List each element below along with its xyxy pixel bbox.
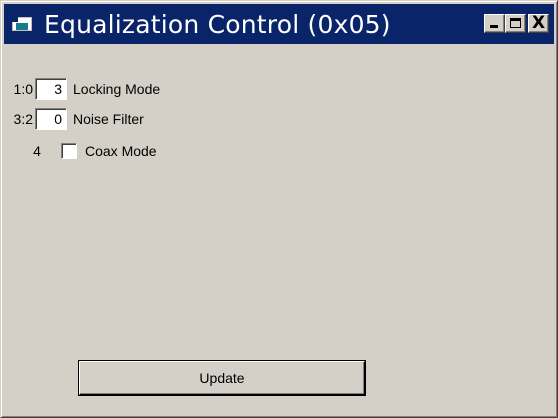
coax-mode-bits-label: 4 <box>33 143 41 159</box>
close-button[interactable]: X <box>528 13 549 33</box>
app-window-icon[interactable] <box>12 15 34 33</box>
coax-mode-row: 4 Coax Mode <box>23 143 157 159</box>
caption-buttons: X <box>484 13 549 33</box>
noise-filter-bits-label: 3:2 <box>13 111 33 127</box>
maximize-icon <box>510 18 521 28</box>
noise-filter-input[interactable] <box>35 108 67 130</box>
minimize-button[interactable] <box>484 14 505 33</box>
title-bar[interactable]: Equalization Control (0x05) X <box>4 4 554 44</box>
noise-filter-label: Noise Filter <box>73 111 144 127</box>
close-icon: X <box>531 13 546 33</box>
noise-filter-row: 3:2 Noise Filter <box>1 108 144 130</box>
update-button-label: Update <box>199 370 245 386</box>
locking-mode-label: Locking Mode <box>73 81 161 97</box>
locking-mode-bits-label: 1:0 <box>13 81 33 97</box>
coax-mode-checkbox[interactable] <box>61 143 77 159</box>
locking-mode-row: 1:0 Locking Mode <box>1 78 160 100</box>
equalization-control-window: Equalization Control (0x05) X 1:0 Lockin… <box>0 0 558 418</box>
coax-mode-label: Coax Mode <box>85 143 157 159</box>
maximize-button[interactable] <box>505 14 526 33</box>
window-title: Equalization Control (0x05) <box>44 9 391 39</box>
minimize-icon <box>490 25 498 28</box>
locking-mode-input[interactable] <box>35 78 67 100</box>
update-button[interactable]: Update <box>79 361 365 395</box>
